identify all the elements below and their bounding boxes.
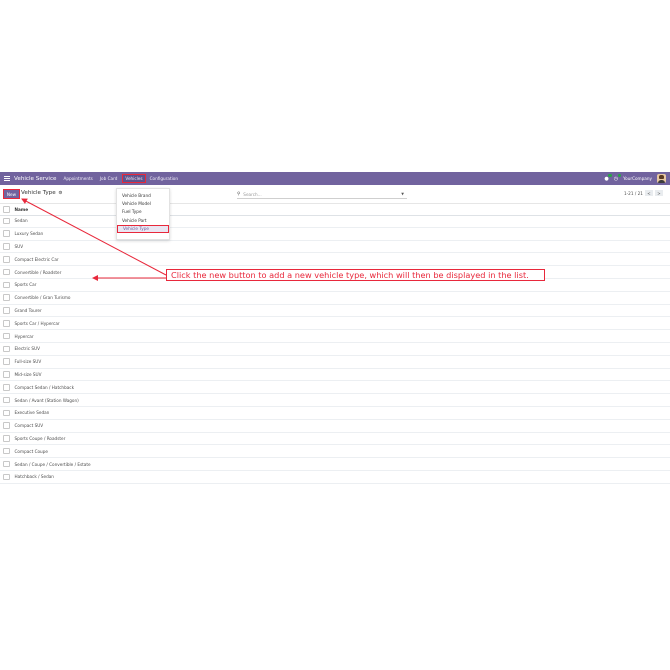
- arrow-to-new-button: [21, 198, 167, 276]
- app-window: Vehicle Service Appointments Job Card Ve…: [0, 172, 670, 497]
- annotation-arrows: [21, 198, 167, 281]
